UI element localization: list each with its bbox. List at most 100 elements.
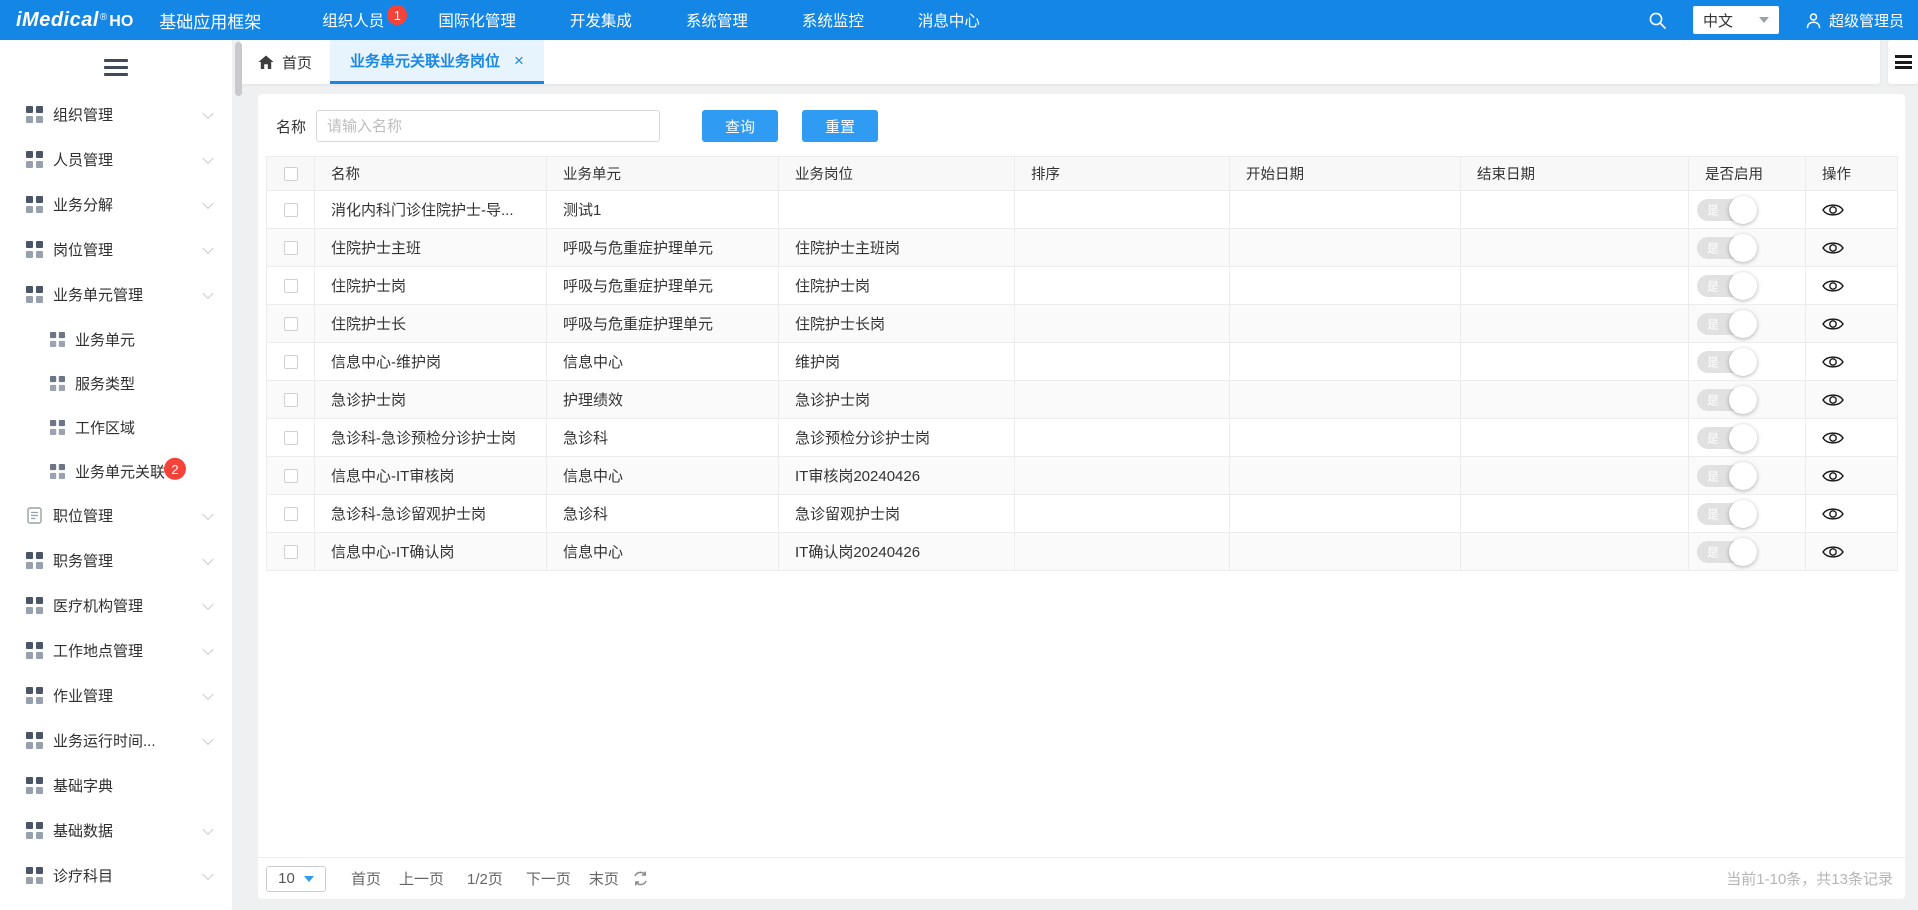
sidebar-item[interactable]: 职务管理: [0, 538, 232, 583]
cell-sort: [1015, 229, 1230, 267]
enabled-toggle[interactable]: 是: [1697, 351, 1755, 373]
view-eye-icon[interactable]: [1822, 544, 1844, 560]
sidebar-item[interactable]: 工作地点管理: [0, 628, 232, 673]
topnav-item-label: 系统监控: [802, 9, 864, 31]
sidebar-item[interactable]: 职位管理: [0, 493, 232, 538]
pagination-last[interactable]: 末页: [589, 868, 619, 889]
reset-button[interactable]: 重置: [802, 110, 878, 142]
select-all-checkbox[interactable]: [284, 167, 298, 181]
cell-enabled: 是: [1689, 305, 1806, 343]
sidebar-item[interactable]: 业务单元管理: [0, 272, 232, 317]
chevron-down-icon: [202, 508, 213, 519]
sidebar-item[interactable]: 业务运行时间...: [0, 718, 232, 763]
enabled-toggle[interactable]: 是: [1697, 313, 1755, 335]
row-checkbox[interactable]: [284, 355, 298, 369]
sidebar-item[interactable]: 工作区域: [0, 405, 232, 449]
topnav-item-4[interactable]: 系统管理: [659, 0, 775, 40]
sidebar-item[interactable]: 基础数据: [0, 808, 232, 853]
refresh-icon[interactable]: [632, 870, 649, 887]
content-panel: 名称 查询 重置 名称: [258, 94, 1905, 899]
scrollbar-thumb[interactable]: [235, 42, 242, 96]
view-eye-icon[interactable]: [1822, 392, 1844, 408]
enabled-toggle[interactable]: 是: [1697, 427, 1755, 449]
toggle-knob: [1729, 348, 1757, 376]
sidebar-item[interactable]: 业务分解: [0, 182, 232, 227]
sidebar-collapse-icon[interactable]: [104, 55, 128, 80]
sidebar-item[interactable]: 诊疗科目: [0, 853, 232, 898]
sidebar-item[interactable]: 作业管理: [0, 673, 232, 718]
view-eye-icon[interactable]: [1822, 506, 1844, 522]
cell-unit: 测试1: [547, 191, 779, 229]
user-menu[interactable]: 超级管理员: [1805, 10, 1904, 31]
tab-active[interactable]: 业务单元关联业务岗位 ×: [330, 40, 544, 84]
language-select[interactable]: 中文: [1693, 6, 1779, 34]
tab-gap: [1880, 40, 1888, 84]
cell-start: [1230, 419, 1461, 457]
row-checkbox[interactable]: [284, 279, 298, 293]
table-row: 急诊科-急诊预检分诊护士岗急诊科急诊预检分诊护士岗是: [267, 419, 1898, 457]
enabled-toggle[interactable]: 是: [1697, 199, 1755, 221]
pagination-first[interactable]: 首页: [351, 868, 381, 889]
table-wrapper: 名称 业务单元 业务岗位 排序 开始日期 结束日期 是否启用 操作 消化内科门诊…: [266, 156, 1898, 571]
enabled-toggle[interactable]: 是: [1697, 275, 1755, 297]
row-checkbox[interactable]: [284, 203, 298, 217]
row-checkbox[interactable]: [284, 431, 298, 445]
pagination-next[interactable]: 下一页: [526, 868, 571, 889]
view-eye-icon[interactable]: [1822, 202, 1844, 218]
chevron-down-icon: [202, 868, 213, 879]
topnav-item-3[interactable]: 开发集成: [543, 0, 659, 40]
view-eye-icon[interactable]: [1822, 430, 1844, 446]
close-icon[interactable]: ×: [514, 51, 524, 71]
cell-end: [1461, 419, 1689, 457]
cell-enabled: 是: [1689, 533, 1806, 571]
tab-list-button[interactable]: [1888, 40, 1918, 84]
enabled-toggle[interactable]: 是: [1697, 389, 1755, 411]
sidebar-item[interactable]: 岗位管理: [0, 227, 232, 272]
sidebar-item[interactable]: 基础字典: [0, 763, 232, 808]
enabled-toggle[interactable]: 是: [1697, 541, 1755, 563]
view-eye-icon[interactable]: [1822, 278, 1844, 294]
cell-start: [1230, 267, 1461, 305]
search-button[interactable]: 查询: [702, 110, 778, 142]
search-icon[interactable]: [1648, 11, 1667, 30]
sidebar-item-label: 服务类型: [75, 373, 135, 394]
row-checkbox[interactable]: [284, 241, 298, 255]
sidebar-item-label: 工作区域: [75, 417, 135, 438]
sidebar-item[interactable]: 业务单元关联2: [0, 449, 232, 493]
sidebar-item[interactable]: 人员管理: [0, 137, 232, 182]
topnav-item-1[interactable]: 组织人员1: [295, 0, 411, 40]
view-eye-icon[interactable]: [1822, 468, 1844, 484]
enabled-toggle[interactable]: 是: [1697, 237, 1755, 259]
sidebar-item[interactable]: 业务单元: [0, 317, 232, 361]
view-eye-icon[interactable]: [1822, 354, 1844, 370]
view-eye-icon[interactable]: [1822, 316, 1844, 332]
chevron-down-icon: [202, 107, 213, 118]
view-eye-icon[interactable]: [1822, 240, 1844, 256]
sidebar-item-label: 职位管理: [53, 505, 113, 526]
row-checkbox[interactable]: [284, 469, 298, 483]
chevron-down-icon: [304, 876, 314, 882]
col-header-sort: 排序: [1015, 157, 1230, 191]
row-checkbox[interactable]: [284, 317, 298, 331]
row-checkbox[interactable]: [284, 507, 298, 521]
topnav-item-2[interactable]: 国际化管理: [411, 0, 543, 40]
user-icon: [1805, 12, 1822, 29]
row-checkbox[interactable]: [284, 393, 298, 407]
logo-suffix: HO: [109, 13, 133, 31]
cell-enabled: 是: [1689, 191, 1806, 229]
topnav-item-5[interactable]: 系统监控: [775, 0, 891, 40]
pagination-prev[interactable]: 上一页: [399, 868, 444, 889]
tab-home[interactable]: 首页: [240, 40, 330, 84]
sidebar-item-label: 岗位管理: [53, 239, 113, 260]
sidebar-item[interactable]: 服务类型: [0, 361, 232, 405]
col-header-unit: 业务单元: [547, 157, 779, 191]
row-checkbox[interactable]: [284, 545, 298, 559]
sidebar-item[interactable]: 医疗机构管理: [0, 583, 232, 628]
name-filter-input[interactable]: [316, 110, 660, 142]
sidebar-item[interactable]: 组织管理: [0, 92, 232, 137]
topnav-item-6[interactable]: 消息中心: [891, 0, 1007, 40]
enabled-toggle[interactable]: 是: [1697, 465, 1755, 487]
enabled-toggle[interactable]: 是: [1697, 503, 1755, 525]
cell-start: [1230, 229, 1461, 267]
page-size-select[interactable]: 10: [266, 866, 326, 892]
